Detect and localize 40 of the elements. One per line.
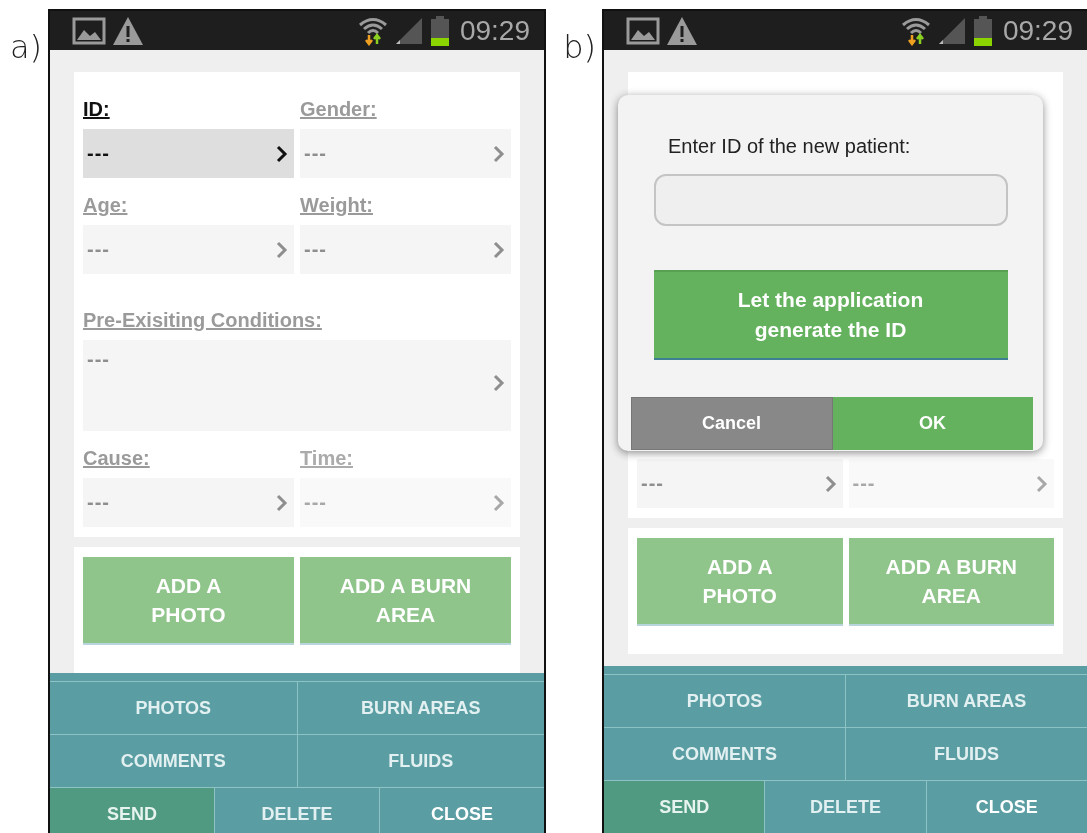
field-label: Age: <box>83 193 128 218</box>
chevron-icon <box>276 144 288 163</box>
field-label: Pre-Exisiting Conditions: <box>83 308 322 333</box>
clock-time: 09:29 <box>459 14 530 47</box>
field-selector[interactable]: --- <box>300 129 511 178</box>
ok-button[interactable]: OK <box>832 397 1033 450</box>
cancel-button[interactable]: Cancel <box>630 397 833 450</box>
field-label: Weight: <box>300 193 373 218</box>
chevron-icon <box>493 374 505 392</box>
field-selector[interactable]: --- <box>300 225 511 274</box>
battery-icon <box>972 15 993 46</box>
field-label: ID: <box>83 97 110 122</box>
warning-icon <box>666 15 698 46</box>
chevron-icon <box>1036 474 1048 493</box>
warning-icon <box>112 15 144 46</box>
panel-label: a) <box>9 27 43 66</box>
chevron-icon <box>276 240 288 259</box>
chevron-icon <box>493 240 505 259</box>
chevron-icon <box>493 493 505 512</box>
input-field[interactable] <box>653 174 1008 226</box>
battery-icon <box>429 15 450 46</box>
field-selector[interactable]: --- <box>83 340 511 431</box>
panel-label: b) <box>563 27 597 66</box>
field-label: Cause: <box>83 446 150 471</box>
field-label: Time: <box>300 446 353 471</box>
field-selector[interactable]: --- <box>83 129 294 178</box>
image-icon <box>626 16 660 45</box>
image-icon <box>72 16 106 45</box>
wifi-icon <box>357 15 388 46</box>
chevron-icon <box>493 144 505 163</box>
wifi-icon <box>900 15 931 46</box>
field-selector[interactable]: --- <box>637 459 843 508</box>
field-selector[interactable]: --- <box>83 478 294 527</box>
field-selector[interactable]: --- <box>83 225 294 274</box>
clock-time: 09:29 <box>1002 14 1073 47</box>
dialog-prompt: Enter ID of the new patient: <box>668 135 911 158</box>
field-label: Gender: <box>300 97 377 122</box>
generate-id-button[interactable]: Let the application generate the ID <box>653 270 1008 360</box>
chevron-icon <box>276 493 288 512</box>
chevron-icon <box>824 474 837 493</box>
